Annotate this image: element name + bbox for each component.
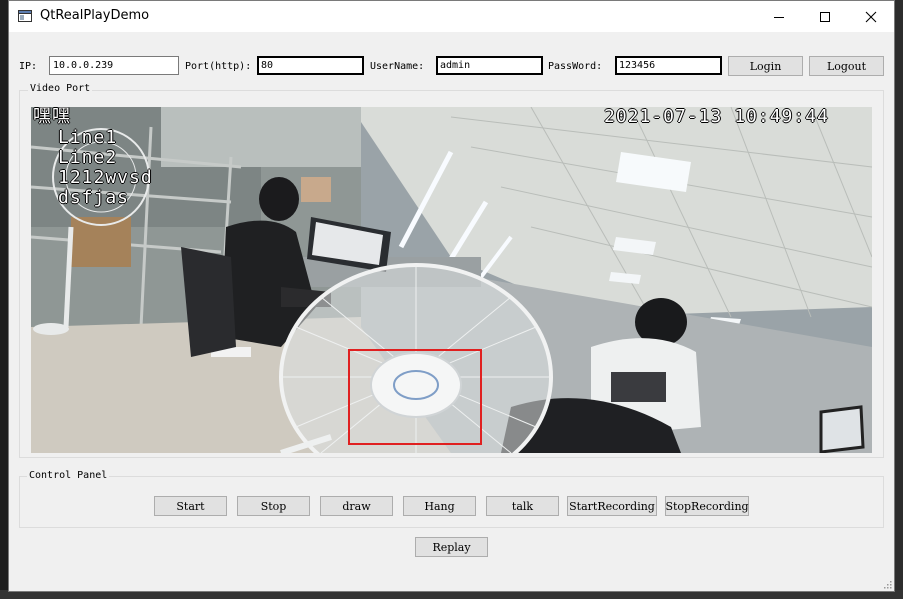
hang-button[interactable]: Hang	[403, 496, 476, 516]
close-button[interactable]	[848, 1, 894, 32]
ip-label: IP:	[19, 61, 38, 72]
login-button[interactable]: Login	[728, 56, 803, 76]
stop-recording-button[interactable]: StopRecording	[665, 496, 749, 516]
username-label: UserName:	[370, 61, 425, 72]
maximize-icon	[820, 11, 830, 22]
talk-button[interactable]: talk	[486, 496, 559, 516]
password-input[interactable]: 123456	[615, 56, 722, 75]
ip-input[interactable]: 10.0.0.239	[49, 56, 179, 75]
main-window: QtRealPlayDemo IP: 10.0.0.239 Port(http)…	[8, 0, 895, 592]
video-port-title: Video Port	[28, 83, 93, 94]
start-button[interactable]: Start	[154, 496, 227, 516]
resize-grip-icon[interactable]	[882, 579, 892, 589]
osd-timestamp: 2021-07-13 10:49:44	[604, 107, 829, 127]
control-panel-title: Control Panel	[27, 470, 110, 481]
window-title: QtRealPlayDemo	[40, 8, 150, 23]
close-icon	[865, 11, 877, 22]
osd-line-2: Line1	[58, 127, 118, 148]
osd-line-1: 嘿嘿	[33, 107, 71, 127]
app-window-icon	[18, 10, 32, 22]
minimize-button[interactable]	[756, 1, 802, 32]
port-input[interactable]: 80	[257, 56, 364, 75]
logout-button[interactable]: Logout	[809, 56, 884, 76]
draw-button[interactable]: draw	[320, 496, 393, 516]
video-frame	[31, 107, 872, 453]
username-input[interactable]: admin	[436, 56, 543, 75]
stop-button[interactable]: Stop	[237, 496, 310, 516]
osd-line-4: 1212wvsd	[58, 167, 153, 188]
osd-line-5: dsfjas	[58, 187, 130, 208]
password-label: PassWord:	[548, 61, 603, 72]
minimize-icon	[774, 16, 784, 18]
start-recording-button[interactable]: StartRecording	[567, 496, 657, 516]
maximize-button[interactable]	[802, 1, 848, 32]
replay-button[interactable]: Replay	[415, 537, 488, 557]
title-bar[interactable]: QtRealPlayDemo	[9, 1, 894, 32]
video-view[interactable]: 嘿嘿 Line1 Line2 1212wvsd dsfjas 2021-07-1…	[31, 107, 872, 453]
osd-line-3: Line2	[58, 147, 118, 168]
port-label: Port(http):	[185, 61, 252, 72]
